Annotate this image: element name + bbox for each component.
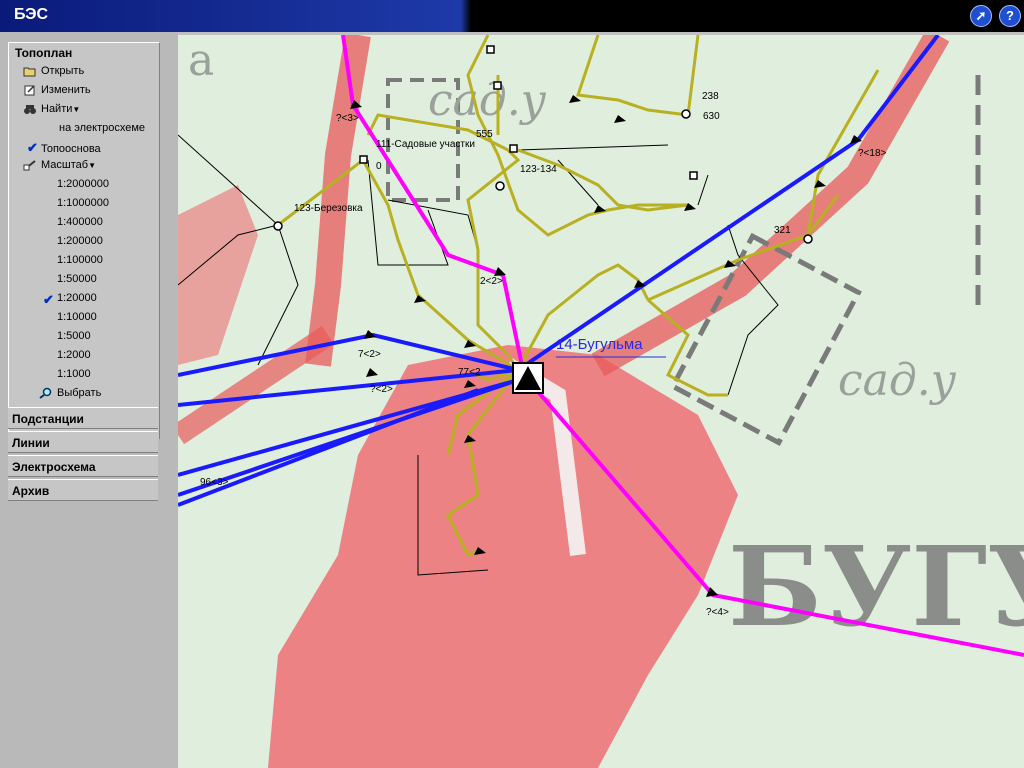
map-label[interactable]: 238 <box>702 91 719 102</box>
magnifier-icon <box>39 387 52 399</box>
map-label[interactable]: 2<2> <box>480 276 503 287</box>
scale-option-label: 1:2000 <box>57 349 91 361</box>
map-view[interactable]: сад.у сад.у БУГУ а <box>178 35 1024 768</box>
section-schema[interactable]: Электросхема <box>8 455 158 477</box>
section-lines[interactable]: Линии <box>8 431 158 453</box>
panel-header: Топоплан <box>15 46 73 60</box>
compass-icon[interactable]: ➚ <box>970 5 992 27</box>
map-label[interactable]: 0 <box>376 161 382 172</box>
map-label[interactable]: 96<3> <box>200 477 229 488</box>
scale-option[interactable]: 1:400000 <box>57 216 103 228</box>
map-label[interactable]: 7<2> <box>358 349 381 360</box>
app-title: БЭС <box>14 6 49 23</box>
map-label[interactable]: ?<3> <box>336 113 359 124</box>
scale-option-label: 1:20000 <box>57 292 97 304</box>
open-action[interactable]: Открыть <box>23 65 84 77</box>
edit-action[interactable]: Изменить <box>23 84 91 96</box>
substation-icon[interactable] <box>512 362 544 394</box>
scale-option[interactable]: 1:2000 <box>57 349 91 361</box>
scale-option-label: 1:400000 <box>57 216 103 228</box>
scale-menu[interactable]: Масштаб▼ <box>23 159 96 171</box>
map-label[interactable]: 321 <box>774 225 791 236</box>
chevron-down-icon: ▼ <box>72 105 81 114</box>
edit-icon <box>24 85 35 96</box>
scale-option-label: 1:50000 <box>57 273 97 285</box>
title-bar: БЭС ➚ ? <box>0 0 1024 32</box>
map-label[interactable]: 77<2 <box>458 367 481 378</box>
scale-option-label: 1:200000 <box>57 235 103 247</box>
scale-option[interactable]: 1:1000000 <box>57 197 109 209</box>
map-label[interactable]: 555 <box>476 129 493 140</box>
scale-option-label: 1:1000000 <box>57 197 109 209</box>
scale-option-label: 1:5000 <box>57 330 91 342</box>
sidebar: Топоплан Открыть Изменить Найти▼ на элек… <box>0 32 178 768</box>
topo-map[interactable]: сад.у сад.у БУГУ а <box>178 35 1024 768</box>
map-label[interactable]: ?<4> <box>706 607 729 618</box>
scale-option[interactable]: 1:50000 <box>57 273 97 285</box>
scale-option[interactable]: 1:1000 <box>57 368 91 380</box>
substation-label[interactable]: 14-Бугульма <box>556 336 643 353</box>
scale-option[interactable]: ✔ 1:20000 <box>43 292 97 307</box>
section-substations[interactable]: Подстанции <box>8 407 158 429</box>
map-label[interactable]: 123-Березовка <box>294 203 363 214</box>
help-icon[interactable]: ? <box>999 5 1021 27</box>
folder-open-icon <box>23 67 36 77</box>
section-archive[interactable]: Архив <box>8 479 158 501</box>
select-action[interactable]: Выбрать <box>39 387 101 399</box>
binoculars-icon <box>24 105 36 115</box>
topoplan-panel: Топоплан Открыть Изменить Найти▼ на элек… <box>8 42 160 439</box>
find-action[interactable]: Найти▼ <box>23 103 80 115</box>
map-label[interactable]: 111-Садовые участки <box>376 139 475 150</box>
scale-option-label: 1:100000 <box>57 254 103 266</box>
map-text-city: БУГУ <box>728 522 1024 651</box>
topobase-toggle[interactable]: ✔ Топооснова <box>27 140 101 156</box>
map-text-fragment: а <box>188 35 214 86</box>
map-label[interactable]: ?<18> <box>858 148 887 159</box>
scale-option[interactable]: 1:200000 <box>57 235 103 247</box>
scale-icon <box>23 160 36 171</box>
scale-option-label: 1:10000 <box>57 311 97 323</box>
map-label[interactable]: 630 <box>703 111 720 122</box>
check-icon: ✔ <box>43 292 54 307</box>
map-label[interactable]: ?<2> <box>370 384 393 395</box>
scale-option[interactable]: 1:2000000 <box>57 178 109 190</box>
scale-option[interactable]: 1:10000 <box>57 311 97 323</box>
check-icon: ✔ <box>27 140 38 155</box>
scale-option-label: 1:1000 <box>57 368 91 380</box>
scale-option[interactable]: 1:100000 <box>57 254 103 266</box>
find-in-schema[interactable]: на электросхеме <box>59 122 145 134</box>
map-text-garden-2: сад.у <box>838 355 957 406</box>
scale-option[interactable]: 1:5000 <box>57 330 91 342</box>
chevron-down-icon: ▼ <box>88 161 96 170</box>
scale-option-label: 1:2000000 <box>57 178 109 190</box>
map-text-garden-1: сад.у <box>428 75 547 126</box>
map-label[interactable]: 123-134 <box>520 164 557 175</box>
